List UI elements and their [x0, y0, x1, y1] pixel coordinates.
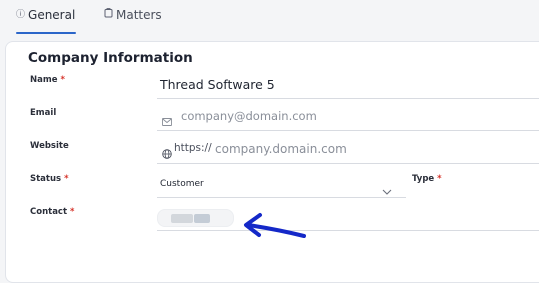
website-field[interactable]: https:// company.domain.com — [157, 134, 539, 164]
website-placeholder: company.domain.com — [215, 142, 347, 156]
type-label: Type * — [412, 174, 442, 184]
redacted-text — [194, 214, 210, 223]
status-label-text: Status — [30, 174, 62, 184]
email-placeholder: company@domain.com — [181, 109, 317, 123]
name-label-text: Name — [30, 75, 58, 85]
type-label-text: Type — [412, 174, 435, 184]
name-label: Name * — [30, 75, 65, 85]
mail-icon — [162, 111, 172, 130]
annotation-arrow-icon — [244, 213, 306, 238]
status-value: Customer — [160, 179, 204, 189]
tab-bar: ⓘ General Matters — [0, 0, 539, 34]
name-field[interactable]: Thread Software 5 — [157, 69, 539, 99]
name-value: Thread Software 5 — [160, 77, 275, 92]
email-label: Email — [30, 108, 57, 118]
section-title: Company Information — [28, 50, 193, 66]
info-circle-icon: ⓘ — [16, 10, 26, 20]
required-mark: * — [70, 207, 75, 217]
tab-matters[interactable]: Matters — [104, 8, 162, 34]
chevron-down-icon — [382, 180, 392, 199]
briefcase-icon — [104, 8, 113, 24]
tab-general[interactable]: ⓘ General — [16, 8, 76, 34]
required-mark: * — [64, 174, 69, 184]
website-prefix: https:// — [174, 142, 212, 154]
contact-label-text: Contact — [30, 207, 68, 217]
website-label: Website — [30, 141, 69, 151]
contact-field[interactable] — [157, 206, 539, 231]
contact-chip[interactable] — [157, 209, 234, 227]
redacted-text — [171, 214, 193, 223]
required-mark: * — [60, 75, 65, 85]
tab-matters-label: Matters — [116, 8, 162, 22]
status-label: Status * — [30, 174, 69, 184]
email-field[interactable]: company@domain.com — [157, 101, 539, 131]
globe-icon — [162, 144, 172, 163]
contact-label: Contact * — [30, 207, 74, 217]
tab-general-label: General — [28, 8, 76, 22]
status-select[interactable]: Customer — [157, 168, 406, 198]
required-mark: * — [437, 174, 442, 184]
